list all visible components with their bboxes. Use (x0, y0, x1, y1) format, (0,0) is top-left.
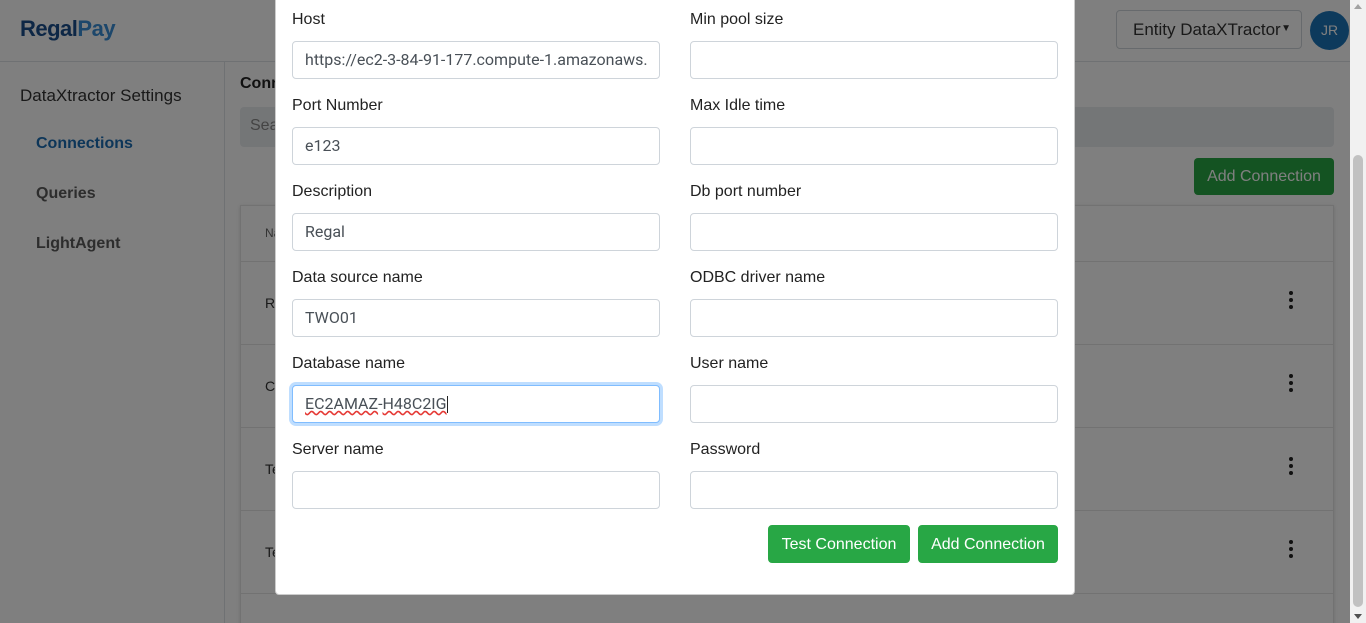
password-label: Password (690, 441, 761, 458)
password-field[interactable] (690, 471, 1058, 509)
host-label: Host (292, 11, 325, 28)
test-connection-button[interactable]: Test Connection (768, 525, 910, 563)
database-name-field[interactable]: EC2AMAZ-H48C2IG (292, 385, 660, 423)
data-source-name-field[interactable]: TWO01 (292, 299, 660, 337)
db-port-number-field[interactable] (690, 213, 1058, 251)
max-idle-time-field[interactable] (690, 127, 1058, 165)
page-scrollbar[interactable] (1350, 0, 1366, 623)
db-port-number-label: Db port number (690, 183, 802, 200)
database-name-label: Database name (292, 355, 405, 372)
user-name-label: User name (690, 355, 769, 372)
min-pool-size-label: Min pool size (690, 11, 784, 28)
data-source-name-label: Data source name (292, 269, 423, 286)
server-name-label: Server name (292, 441, 384, 458)
odbc-driver-name-label: ODBC driver name (690, 269, 826, 286)
add-connection-button[interactable]: Add Connection (918, 525, 1058, 563)
scroll-up-icon[interactable] (1354, 4, 1362, 9)
host-field[interactable]: https://ec2-3-84-91-177.compute-1.amazon… (292, 41, 660, 79)
scroll-down-icon[interactable] (1354, 614, 1362, 619)
max-idle-time-label: Max Idle time (690, 97, 786, 114)
add-connection-modal: Host https://ec2-3-84-91-177.compute-1.a… (275, 0, 1075, 595)
user-name-field[interactable] (690, 385, 1058, 423)
server-name-field[interactable] (292, 471, 660, 509)
odbc-driver-name-field[interactable] (690, 299, 1058, 337)
port-number-label: Port Number (292, 97, 383, 114)
min-pool-size-field[interactable] (690, 41, 1058, 79)
description-label: Description (292, 183, 373, 200)
text-cursor (446, 396, 448, 414)
description-field[interactable]: Regal (292, 213, 660, 251)
port-number-field[interactable]: e123 (292, 127, 660, 165)
scrollbar-thumb[interactable] (1353, 155, 1363, 607)
